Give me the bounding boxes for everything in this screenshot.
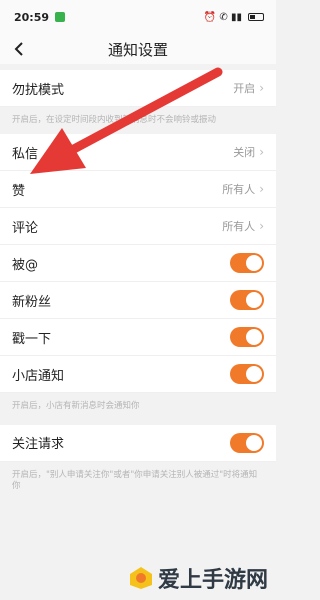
chevron-right-icon: › [259,219,264,234]
shop-label: 小店通知 [12,368,65,384]
comments-value: 所有人 › [222,218,264,234]
mention-toggle[interactable] [230,253,264,274]
follow-request-toggle[interactable] [230,432,264,453]
follow-request-hint: 开启后，"别人申请关注你"或者"你申请关注别人被通过"时将通知你 [12,469,258,492]
app-notification-icon [55,12,66,22]
dnd-hint: 开启后，在设定时间段内收到新消息时不会响铃或振动 [12,115,217,125]
mention-label: 被@ [12,257,39,273]
fans-label: 新粉丝 [12,294,52,310]
dnd-value: 开启 › [233,80,264,96]
battery-icon [248,13,264,21]
status-bar: 20:59 ⏰ ✆ ▮▮ [0,0,276,34]
likes-row[interactable]: 赞 所有人 › [0,171,276,209]
watermark-text: 爱上手游网 [157,568,268,593]
dnd-row[interactable]: 勿扰模式 开启 › [0,70,276,107]
pm-label: 私信 [12,146,39,162]
pm-row[interactable]: 私信 关闭 › [0,134,276,172]
page-title: 通知设置 [107,40,168,59]
watermark: 爱上手游网 [128,562,268,594]
pm-value-text: 关闭 [233,146,256,160]
comments-value-text: 所有人 [222,220,256,234]
fans-row: 新粉丝 [0,282,276,320]
status-right: ⏰ ✆ ▮▮ [204,12,264,23]
likes-label: 赞 [12,183,26,199]
dnd-label: 勿扰模式 [12,82,65,98]
shop-hint: 开启后，小店有新消息时会通知你 [12,401,140,412]
status-icons: ⏰ ✆ ▮▮ [203,11,242,23]
chevron-right-icon: › [259,182,264,197]
comments-row[interactable]: 评论 所有人 › [0,208,276,246]
follow-request-label: 关注请求 [12,437,65,453]
shop-row: 小店通知 [0,356,276,394]
poke-label: 戳一下 [12,331,52,347]
chevron-right-icon: › [259,81,264,95]
nav-bar: 通知设置 [0,34,276,64]
mention-row: 被@ [0,245,276,283]
status-left: 20:59 [14,10,66,24]
comments-label: 评论 [12,220,39,236]
back-button[interactable] [10,40,28,58]
dnd-value-text: 开启 [233,82,256,95]
chevron-right-icon: › [259,145,264,160]
likes-value-text: 所有人 [222,183,256,197]
pm-value: 关闭 › [233,144,264,160]
watermark-logo-icon [128,565,154,591]
follow-request-row: 关注请求 [0,424,276,462]
poke-toggle[interactable] [230,327,264,348]
likes-value: 所有人 › [222,181,264,197]
fans-toggle[interactable] [230,290,264,311]
chevron-left-icon [14,42,23,56]
shop-toggle[interactable] [230,364,264,385]
status-time: 20:59 [14,10,50,24]
poke-row: 戳一下 [0,319,276,357]
